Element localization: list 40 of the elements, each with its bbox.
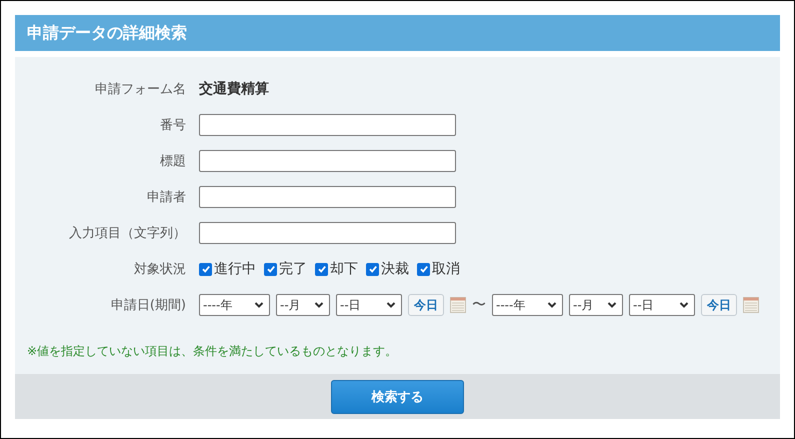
input-field[interactable]: [199, 222, 456, 244]
day-select[interactable]: --日: [629, 294, 695, 316]
checkbox-label: 却下: [330, 260, 358, 278]
input-field[interactable]: [199, 186, 456, 208]
input-field[interactable]: [199, 150, 456, 172]
day-select[interactable]: --日: [336, 294, 402, 316]
checkbox[interactable]: [315, 262, 328, 276]
checkbox-label: 完了: [279, 260, 307, 278]
year-select[interactable]: ----年: [199, 294, 270, 316]
year-select[interactable]: ----年: [492, 294, 563, 316]
chevron-down-icon: [254, 301, 264, 309]
chevron-down-icon: [386, 301, 396, 309]
checkbox[interactable]: [366, 262, 379, 276]
checkbox-label: 取消: [432, 260, 460, 278]
chevron-down-icon: [679, 301, 689, 309]
input-field[interactable]: [199, 114, 456, 136]
form-name-value: 交通費精算: [199, 80, 269, 98]
checkbox[interactable]: [264, 262, 277, 276]
range-separator: 〜: [472, 296, 486, 314]
field-label: 番号: [159, 117, 187, 134]
field-label: 標題: [159, 153, 187, 170]
chevron-down-icon: [314, 301, 324, 309]
checkbox-label: 進行中: [214, 260, 256, 278]
field-label: 入力項目（文字列）: [68, 225, 187, 242]
month-select[interactable]: --月: [569, 294, 623, 316]
note-text: ※値を指定していない項目は、条件を満たしているものとなります。: [26, 343, 398, 360]
field-label: 申請フォーム名: [94, 81, 187, 98]
search-button[interactable]: 検索する: [331, 380, 464, 414]
checkbox-label: 決裁: [381, 260, 409, 278]
today-button[interactable]: 今日: [408, 294, 444, 316]
chevron-down-icon: [547, 301, 557, 309]
month-select[interactable]: --月: [276, 294, 330, 316]
field-label: 対象状況: [133, 261, 187, 278]
field-label: 申請者: [146, 189, 187, 206]
checkbox[interactable]: [417, 262, 430, 276]
panel-title: 申請データの詳細検索: [27, 22, 187, 44]
chevron-down-icon: [607, 301, 617, 309]
field-label: 申請日(期間): [110, 297, 187, 314]
checkbox[interactable]: [199, 262, 212, 276]
today-button[interactable]: 今日: [701, 294, 737, 316]
